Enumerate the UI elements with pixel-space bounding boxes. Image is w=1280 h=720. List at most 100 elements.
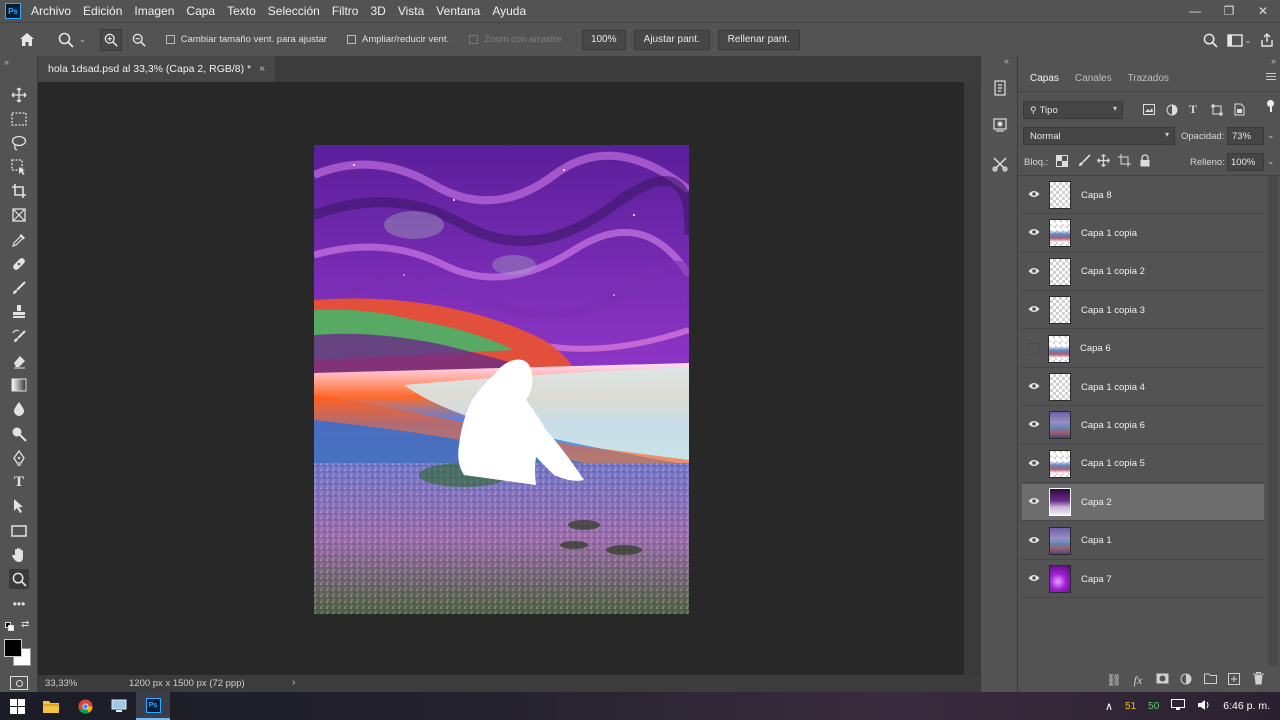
visibility-eye-icon[interactable] bbox=[1023, 304, 1045, 316]
move-tool-icon[interactable] bbox=[9, 85, 29, 105]
hand-tool-icon[interactable] bbox=[9, 545, 29, 565]
layer-thumbnail[interactable] bbox=[1048, 334, 1070, 363]
photoshop-taskbar-icon[interactable]: Ps bbox=[136, 692, 170, 720]
menu-texto[interactable]: Texto bbox=[227, 4, 256, 18]
panel-collapse-icon[interactable]: » bbox=[1271, 56, 1276, 66]
layer-filter-dropdown[interactable]: ⚲ Tipo ▾ bbox=[1023, 101, 1123, 119]
eyedropper-tool-icon[interactable] bbox=[9, 230, 29, 250]
filter-adjustment-icon[interactable] bbox=[1166, 104, 1178, 119]
link-layers-icon[interactable]: ⛓ bbox=[1102, 673, 1126, 687]
frame-tool-icon[interactable] bbox=[9, 205, 29, 225]
layer-row[interactable]: Capa 1 copia bbox=[1022, 215, 1264, 253]
new-group-icon[interactable] bbox=[1198, 673, 1222, 687]
menu-ayuda[interactable]: Ayuda bbox=[492, 4, 526, 18]
layer-thumbnail[interactable] bbox=[1049, 257, 1071, 286]
filter-shape-icon[interactable] bbox=[1211, 104, 1223, 119]
photoshop-logo-icon[interactable]: Ps bbox=[5, 3, 21, 19]
menu-seleccion[interactable]: Selección bbox=[268, 4, 320, 18]
layer-name[interactable]: Capa 1 copia bbox=[1081, 228, 1137, 239]
restore-button[interactable]: ❐ bbox=[1212, 0, 1246, 22]
lock-transparent-pixels-icon[interactable] bbox=[1056, 155, 1068, 170]
document-canvas-image[interactable] bbox=[314, 145, 689, 614]
opacity-chevron-icon[interactable]: ⌄ bbox=[1267, 130, 1275, 141]
layer-name[interactable]: Capa 1 copia 2 bbox=[1081, 266, 1145, 277]
visibility-eye-icon[interactable] bbox=[1023, 419, 1045, 431]
layer-thumbnail[interactable] bbox=[1049, 565, 1071, 593]
layer-row[interactable]: Capa 6 bbox=[1022, 331, 1264, 368]
zoom-level-readout[interactable]: 33,33% bbox=[45, 678, 77, 689]
canvas-area[interactable] bbox=[38, 82, 964, 675]
filter-pixel-icon[interactable] bbox=[1143, 104, 1155, 118]
fill-chevron-icon[interactable]: ⌄ bbox=[1267, 156, 1275, 167]
pen-tool-icon[interactable] bbox=[9, 448, 29, 468]
layer-name[interactable]: Capa 6 bbox=[1080, 343, 1111, 354]
swap-colors-icon[interactable]: ⇄ bbox=[21, 619, 29, 630]
share-icon[interactable] bbox=[1254, 33, 1280, 47]
object-selection-tool-icon[interactable] bbox=[9, 157, 29, 177]
minimize-button[interactable]: — bbox=[1178, 0, 1212, 22]
visibility-eye-icon[interactable] bbox=[1023, 381, 1045, 393]
layer-thumbnail[interactable] bbox=[1049, 219, 1071, 248]
layers-scrollbar[interactable] bbox=[1268, 176, 1278, 666]
layer-row[interactable]: Capa 8 bbox=[1022, 177, 1264, 214]
clone-stamp-tool-icon[interactable] bbox=[9, 302, 29, 322]
new-layer-icon[interactable] bbox=[1222, 672, 1246, 688]
scrubby-zoom-checkbox[interactable]: Zoom con arrastre bbox=[469, 34, 562, 45]
blend-mode-dropdown[interactable]: Normal ▾ bbox=[1023, 127, 1175, 145]
file-explorer-icon[interactable] bbox=[34, 692, 68, 720]
layer-name[interactable]: Capa 1 copia 4 bbox=[1081, 382, 1145, 393]
menu-capa[interactable]: Capa bbox=[186, 4, 215, 18]
tab-capas[interactable]: Capas bbox=[1026, 73, 1063, 84]
blur-tool-icon[interactable] bbox=[9, 399, 29, 419]
libraries-panel-icon[interactable] bbox=[990, 115, 1010, 135]
network-icon[interactable] bbox=[1171, 698, 1186, 714]
layer-name[interactable]: Capa 8 bbox=[1081, 190, 1112, 201]
quick-mask-icon[interactable] bbox=[10, 676, 28, 690]
layer-thumbnail[interactable] bbox=[1049, 181, 1071, 209]
add-mask-icon[interactable] bbox=[1150, 673, 1174, 687]
delete-layer-icon[interactable] bbox=[1246, 672, 1270, 688]
dodge-tool-icon[interactable] bbox=[9, 424, 29, 444]
visibility-eye-icon[interactable] bbox=[1023, 573, 1045, 585]
layer-row[interactable]: Capa 1 copia 2 bbox=[1022, 254, 1264, 291]
layer-row[interactable]: Capa 1 copia 3 bbox=[1022, 292, 1264, 330]
layer-row[interactable]: Capa 1 bbox=[1022, 523, 1264, 560]
layer-name[interactable]: Capa 7 bbox=[1081, 574, 1112, 585]
menu-vista[interactable]: Vista bbox=[398, 4, 424, 18]
workspace-icon[interactable]: ⌄ bbox=[1224, 33, 1254, 47]
layer-thumbnail[interactable] bbox=[1049, 373, 1071, 401]
layer-thumbnail[interactable] bbox=[1049, 411, 1071, 440]
zoom-all-windows-checkbox[interactable]: Ampliar/reducir vent. bbox=[346, 34, 449, 45]
tools-preset-panel-icon[interactable] bbox=[990, 154, 1010, 174]
layer-row[interactable]: Capa 1 copia 6 bbox=[1022, 407, 1264, 445]
tray-number-1[interactable]: 51 bbox=[1125, 701, 1136, 712]
gradient-tool-icon[interactable] bbox=[9, 375, 29, 395]
dock-collapse-icon[interactable]: « bbox=[1004, 56, 1009, 66]
layer-row[interactable]: Capa 2 bbox=[1022, 484, 1264, 522]
volume-icon[interactable] bbox=[1197, 699, 1211, 714]
layer-style-fx-icon[interactable]: fx bbox=[1126, 673, 1150, 688]
filter-smart-object-icon[interactable] bbox=[1234, 103, 1245, 119]
layer-thumbnail[interactable] bbox=[1049, 449, 1071, 478]
zoom-tool-icon[interactable] bbox=[9, 569, 29, 589]
marquee-tool-icon[interactable] bbox=[9, 109, 29, 129]
layer-name[interactable]: Capa 2 bbox=[1081, 497, 1112, 508]
zoom-out-icon[interactable] bbox=[128, 29, 150, 51]
layer-row[interactable]: Capa 1 copia 5 bbox=[1022, 446, 1264, 483]
history-brush-tool-icon[interactable] bbox=[9, 327, 29, 347]
visibility-eye-icon[interactable] bbox=[1023, 458, 1045, 470]
history-panel-icon[interactable] bbox=[990, 78, 1010, 98]
visibility-eye-icon[interactable] bbox=[1023, 496, 1045, 508]
foreground-color-swatch[interactable] bbox=[4, 639, 22, 657]
panel-menu-icon[interactable] bbox=[1266, 73, 1276, 80]
visibility-eye-icon[interactable] bbox=[1023, 535, 1045, 547]
visibility-eye-icon[interactable] bbox=[1023, 266, 1045, 278]
menu-ventana[interactable]: Ventana bbox=[436, 4, 480, 18]
collapse-toolbar-icon[interactable]: » bbox=[4, 57, 9, 67]
tab-trazados[interactable]: Trazados bbox=[1124, 73, 1173, 84]
menu-archivo[interactable]: Archivo bbox=[31, 4, 71, 18]
layer-thumbnail[interactable] bbox=[1049, 488, 1071, 517]
fill-screen-button[interactable]: Rellenar pant. bbox=[717, 29, 800, 50]
tab-canales[interactable]: Canales bbox=[1071, 73, 1116, 84]
layer-row[interactable]: Capa 7 bbox=[1022, 561, 1264, 598]
